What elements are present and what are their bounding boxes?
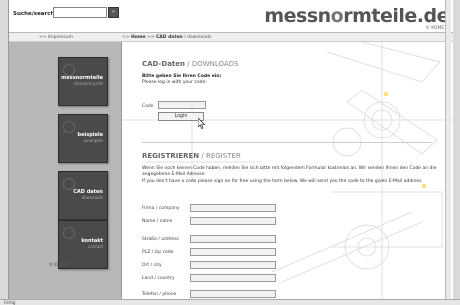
mouse-cursor-icon xyxy=(198,118,206,129)
field-label-country: Land / country xyxy=(142,276,175,281)
phone-input[interactable] xyxy=(190,290,276,298)
breadcrumb-separator: >> xyxy=(145,35,156,40)
zip-input[interactable] xyxy=(190,248,276,256)
tile-subtitle: contact xyxy=(88,244,103,249)
tile-messnormteile[interactable]: messnormteile standard parts xyxy=(58,57,108,106)
login-heading-thin: / DOWNLOADS xyxy=(185,60,239,68)
tile-subtitle: downloads xyxy=(81,195,103,200)
field-label-name: Name / name xyxy=(142,219,173,224)
tile-cad-daten[interactable]: CAD daten downloads xyxy=(58,171,108,220)
breadcrumb-downloads: downloads xyxy=(187,35,212,40)
sidebar-footer: © KOMET xyxy=(49,262,69,267)
tile-mark-icon xyxy=(63,227,75,239)
tile-subtitle: examples xyxy=(83,138,103,143)
search-input[interactable] xyxy=(53,7,107,18)
company-input[interactable] xyxy=(190,204,276,212)
browser-viewport: Suche/search » messnormteile.de © KOMET … xyxy=(0,0,460,305)
country-input[interactable] xyxy=(190,274,276,282)
field-label-zip: PLZ / zip code xyxy=(142,250,174,255)
search-label: Suche/search xyxy=(13,11,55,17)
login-intro-de: Bitte geben Sie Ihren Code ein: xyxy=(142,74,222,79)
nav-bar: >> Impressum >> Home >> CAD daten / down… xyxy=(9,33,453,42)
logo-o: o xyxy=(330,5,344,27)
register-text-de: Wenn Sie noch keinen Code haben, melden … xyxy=(142,166,437,177)
logo-text-suffix: rmteile.de xyxy=(343,5,449,27)
address-input[interactable] xyxy=(190,235,276,243)
login-intro: Bitte geben Sie Ihren Code ein: Please l… xyxy=(142,74,221,86)
status-text: Fertig xyxy=(4,300,16,305)
breadcrumb: >> Home >> CAD daten / downloads xyxy=(122,35,211,40)
section-divider xyxy=(142,142,432,143)
field-label-phone: Telefon / phone xyxy=(142,292,177,297)
vertical-scrollbar[interactable] xyxy=(445,0,451,299)
code-label: Code xyxy=(142,104,154,109)
login-heading: CAD-Daten / DOWNLOADS xyxy=(142,60,239,68)
main-content: CAD-Daten / DOWNLOADS Bitte geben Sie Ih… xyxy=(122,42,453,299)
field-label-address: Straße / address xyxy=(142,237,179,242)
logo-text-prefix: messn xyxy=(264,5,331,27)
tile-subtitle: standard parts xyxy=(73,81,103,86)
register-heading-thin: / REGISTER xyxy=(199,152,241,160)
breadcrumb-cad[interactable]: CAD daten xyxy=(156,35,183,40)
impressum-link[interactable]: >> Impressum xyxy=(39,35,73,40)
login-intro-en: Please log in with your code: xyxy=(142,80,207,85)
login-heading-main: CAD-Daten xyxy=(142,60,186,68)
breadcrumb-home[interactable]: Home xyxy=(131,35,146,40)
browser-status-bar: Fertig xyxy=(0,299,460,305)
logo-subtitle: © KOMET xyxy=(425,26,447,31)
register-heading-main: REGISTRIEREN xyxy=(142,152,200,160)
field-label-company: Firma / company xyxy=(142,206,180,211)
code-input[interactable] xyxy=(158,101,206,109)
site-logo[interactable]: messnormteile.de xyxy=(264,5,449,27)
breadcrumb-prefix: >> xyxy=(122,35,131,40)
tile-mark-icon xyxy=(63,121,75,133)
tile-beispiele[interactable]: beispiele examples xyxy=(58,114,108,163)
name-input[interactable] xyxy=(190,217,276,225)
city-input[interactable] xyxy=(190,261,276,269)
page: Suche/search » messnormteile.de © KOMET … xyxy=(8,0,453,299)
sidebar: messnormteile standard parts beispiele e… xyxy=(9,42,122,299)
register-text-en: If you don't have a code please sign on … xyxy=(142,179,423,184)
field-label-city: Ort / city xyxy=(142,263,162,268)
register-heading: REGISTRIEREN / REGISTER xyxy=(142,152,241,160)
search-submit-button[interactable]: » xyxy=(108,7,119,18)
site-header: Suche/search » messnormteile.de © KOMET xyxy=(9,0,453,33)
